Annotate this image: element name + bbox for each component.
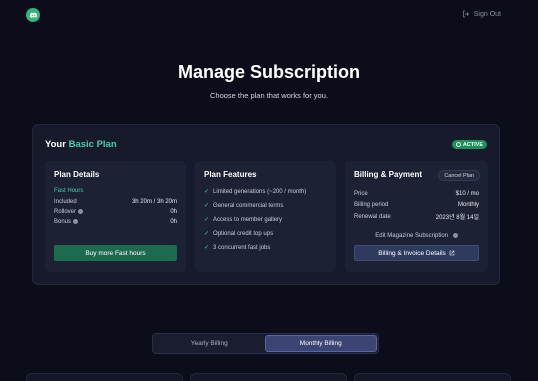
billing-cycle-toggle: Yearly Billing Monthly Billing	[152, 333, 379, 354]
plan-features-panel: Plan Features ✓ Limited generations (~200…	[195, 161, 336, 272]
edit-magazine-subscription-link[interactable]: Edit Magazine Subscription	[345, 233, 488, 239]
bonus-label: Bonus	[54, 219, 72, 226]
billing-period-value: Monthly	[457, 202, 479, 208]
check-icon: ✓	[204, 189, 210, 195]
price-value: $10 / mo	[455, 191, 479, 197]
plan-features-title: Plan Features	[204, 170, 257, 179]
bonus-value: 0h	[170, 219, 177, 226]
cancel-plan-button[interactable]: Cancel Plan	[438, 170, 480, 181]
included-label: Included	[54, 199, 77, 205]
plan-option-card	[26, 373, 183, 381]
included-row: Included 3h 20m / 3h 20m	[54, 199, 177, 205]
monthly-billing-tab[interactable]: Monthly Billing	[264, 335, 377, 352]
feature-item: ✓ Access to member gallery	[204, 216, 283, 224]
edit-magazine-label: Edit Magazine Subscription	[375, 233, 449, 240]
billing-invoice-button[interactable]: Billing & Invoice Details	[354, 245, 479, 261]
current-plan-heading: Your Basic Plan	[45, 139, 117, 150]
feature-label: Optional credit top ups	[213, 230, 274, 237]
renewal-date-value: 2023년 8월 14일	[435, 215, 479, 221]
check-icon: ✓	[204, 245, 210, 251]
rollover-value: 0h	[170, 209, 177, 216]
plan-name: Basic Plan	[68, 139, 117, 150]
check-icon: ✓	[204, 217, 210, 223]
plan-option-card	[190, 373, 347, 381]
feature-item: ✓ General commercial terms	[204, 202, 284, 210]
fast-hours-heading: Fast Hours	[54, 188, 177, 194]
external-link-icon	[449, 250, 455, 256]
included-value: 3h 20m / 3h 20m	[131, 199, 177, 205]
billing-period-row: Billing period Monthly	[354, 202, 479, 208]
renewal-date-label: Renewal date	[354, 213, 391, 220]
info-icon[interactable]	[73, 219, 79, 224]
invoice-button-label: Billing & Invoice Details	[378, 249, 446, 257]
feature-item: ✓ 3 concurrent fast jobs	[204, 244, 271, 252]
yearly-billing-tab[interactable]: Yearly Billing	[154, 335, 265, 352]
billing-title: Billing & Payment	[354, 170, 423, 179]
feature-item: ✓ Limited generations (~200 / month)	[204, 188, 307, 196]
sign-out-button[interactable]: Sign Out	[462, 10, 501, 18]
plan-option-card	[354, 373, 511, 381]
status-badge: ACTIVE	[451, 140, 487, 149]
sign-out-icon	[462, 10, 469, 18]
rollover-label: Rollover	[54, 209, 77, 216]
subscription-card: Your Basic Plan ACTIVE Plan Details Fast…	[32, 124, 500, 285]
price-row: Price $10 / mo	[354, 191, 479, 197]
feature-label: Access to member gallery	[213, 216, 283, 223]
billing-period-label: Billing period	[354, 202, 389, 208]
feature-item: ✓ Optional credit top ups	[204, 230, 274, 238]
info-icon[interactable]	[78, 209, 84, 214]
billing-panel: Billing & Payment Cancel Plan Price $10 …	[345, 161, 488, 272]
feature-label: Limited generations (~200 / month)	[213, 188, 307, 195]
page-subtitle: Choose the plan that works for you.	[210, 91, 328, 100]
discord-icon	[29, 12, 37, 18]
check-icon: ✓	[204, 231, 210, 237]
bonus-row: Bonus 0h	[54, 219, 177, 225]
app-logo[interactable]	[26, 8, 40, 22]
page-title: Manage Subscription	[177, 62, 361, 82]
your-label: Your	[45, 139, 66, 150]
price-label: Price	[354, 191, 368, 197]
info-icon[interactable]	[452, 233, 458, 238]
check-icon: ✓	[204, 203, 210, 209]
status-badge-label: ACTIVE	[462, 141, 483, 148]
rollover-row: Rollover 0h	[54, 209, 177, 215]
fast-hours-label: Fast Hours	[54, 188, 84, 194]
check-circle-icon	[455, 142, 461, 147]
plan-details-panel: Plan Details Fast Hours Included 3h 20m …	[45, 161, 186, 272]
renewal-date-row: Renewal date 2023년 8월 14일	[354, 212, 479, 222]
sign-out-label: Sign Out	[473, 10, 501, 18]
buy-fast-hours-button[interactable]: Buy more Fast hours	[54, 245, 177, 261]
feature-label: General commercial terms	[213, 202, 284, 209]
plan-details-title: Plan Details	[54, 170, 100, 179]
feature-label: 3 concurrent fast jobs	[213, 244, 271, 251]
